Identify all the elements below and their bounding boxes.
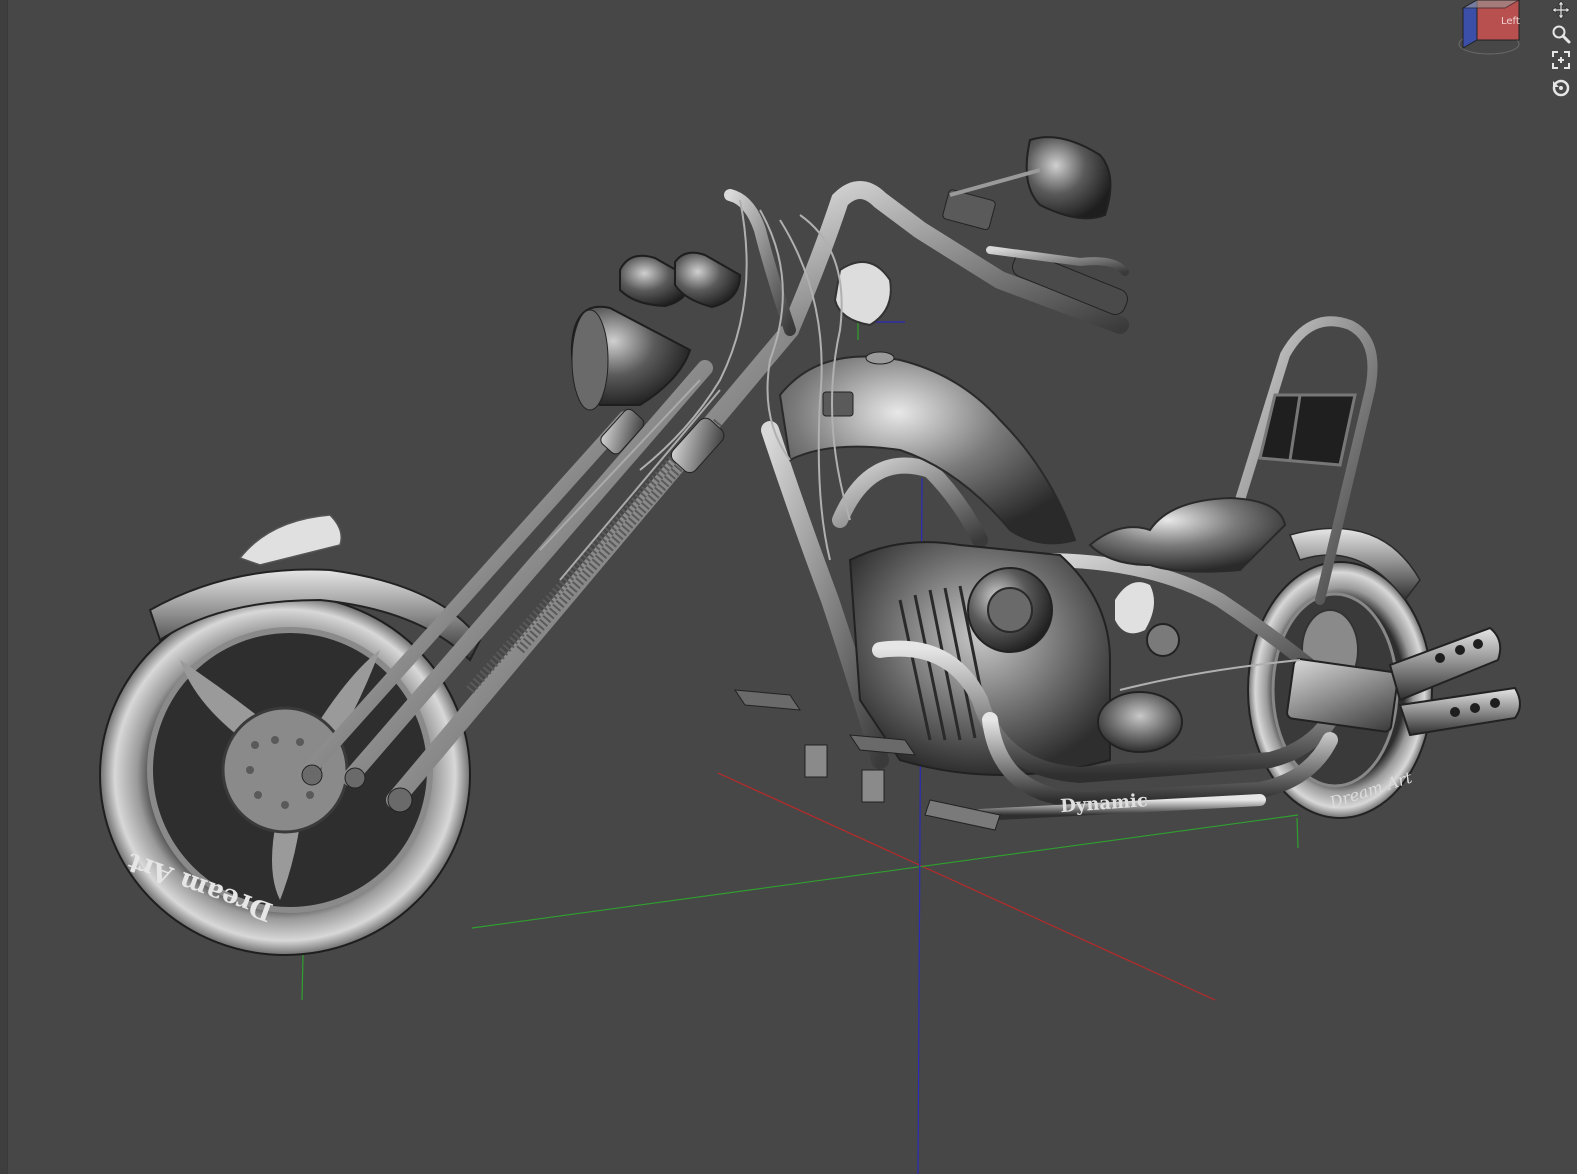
pan-button[interactable]	[1551, 0, 1571, 20]
orbit-icon	[1552, 79, 1570, 97]
zoom-icon	[1552, 25, 1571, 44]
tank-badge	[822, 391, 854, 417]
primary-cover	[1097, 691, 1183, 753]
lion-emblem	[1115, 582, 1154, 634]
front-fork	[298, 321, 799, 813]
brake-disc	[221, 706, 349, 834]
zoom-extents-button[interactable]	[1551, 50, 1571, 70]
fender-ornament	[238, 514, 342, 566]
speedometer	[833, 261, 892, 327]
headlights	[570, 251, 742, 411]
mirror	[1025, 136, 1112, 220]
view-cube-icon	[1458, 0, 1521, 55]
fuel-tank	[778, 355, 1077, 545]
aux-light-right	[674, 251, 742, 309]
fuel-cap	[865, 351, 895, 365]
view-cube[interactable]: Left	[1457, 0, 1527, 56]
rear-wheel-axis-marker	[1296, 817, 1299, 849]
scene-canvas[interactable]: Dream Art Dynamic Dream Art	[0, 0, 1577, 1174]
3d-viewport[interactable]: Dream Art Dynamic Dream Art Left	[0, 0, 1577, 1174]
front-wheel-axis-marker	[301, 954, 304, 1001]
zoom-button[interactable]	[1551, 24, 1571, 44]
seat	[1088, 496, 1287, 573]
zoom-extents-icon	[1552, 51, 1570, 69]
pan-icon	[1551, 0, 1571, 20]
viewport-navigation: Left	[1449, 0, 1577, 110]
orbit-button[interactable]	[1551, 78, 1571, 98]
motorcycle-model[interactable]: Dream Art Dynamic Dream Art	[99, 136, 1521, 956]
y-axis-line	[471, 814, 1299, 929]
handlebars	[724, 136, 1129, 339]
